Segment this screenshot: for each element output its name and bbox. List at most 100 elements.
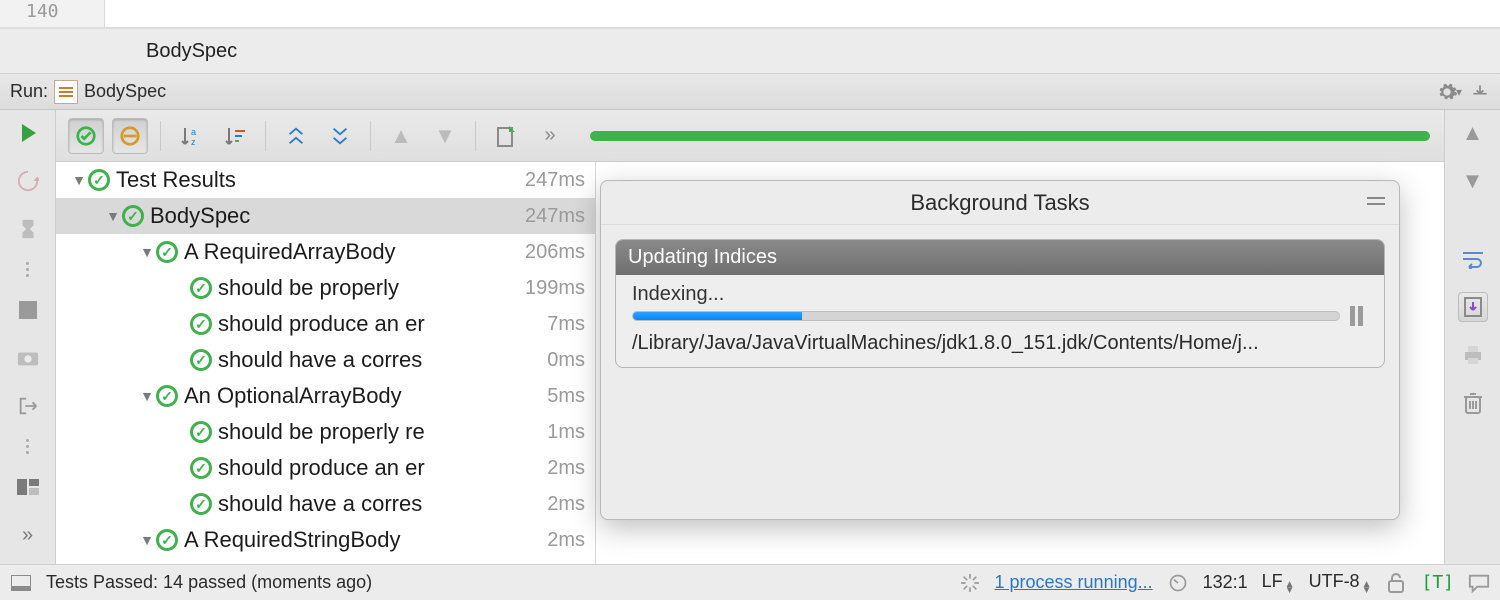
- test-label: A RequiredArrayBody: [184, 239, 517, 265]
- test-duration: 206ms: [517, 241, 585, 264]
- task-path: /Library/Java/JavaVirtualMachines/jdk1.8…: [632, 332, 1368, 355]
- test-tree-row[interactable]: ✓should be properly199ms: [56, 270, 595, 306]
- layout-button[interactable]: [13, 472, 43, 502]
- test-label: should produce an er: [218, 455, 539, 481]
- test-duration: 2ms: [539, 529, 585, 552]
- tests-status-text: Tests Passed: 14 passed (moments ago): [46, 572, 372, 593]
- background-tasks-title: Background Tasks: [601, 181, 1399, 225]
- test-passed-icon: ✓: [190, 457, 212, 479]
- run-config-icon: [54, 80, 78, 104]
- test-duration: 7ms: [539, 313, 585, 336]
- gear-icon[interactable]: [1436, 81, 1458, 103]
- test-duration: 0ms: [539, 349, 585, 372]
- test-toolbar: az ▲ ▼ »: [56, 110, 1444, 162]
- test-passed-icon: ✓: [190, 493, 212, 515]
- collapse-all-button[interactable]: [322, 118, 358, 154]
- sidebar-divider: [26, 439, 29, 454]
- print-button[interactable]: [1458, 340, 1488, 370]
- test-label: A RequiredStringBody: [184, 527, 539, 553]
- test-passed-icon: ✓: [190, 277, 212, 299]
- test-label: Test Results: [116, 167, 517, 193]
- background-tasks-popup[interactable]: Background Tasks Updating Indices Indexi…: [600, 180, 1400, 520]
- chevron-down-icon[interactable]: ▼: [138, 244, 156, 260]
- gauge-icon[interactable]: [1167, 572, 1189, 594]
- run-sidebar-right: ▲ ▼: [1444, 110, 1500, 564]
- scroll-down-icon[interactable]: ▼: [1458, 166, 1488, 196]
- toolwindows-button[interactable]: [10, 572, 32, 594]
- editor-area: [105, 0, 1500, 28]
- test-duration: 2ms: [539, 457, 585, 480]
- exit-button[interactable]: [13, 391, 43, 421]
- test-tree-row[interactable]: ▼✓BodySpec247ms: [56, 198, 595, 234]
- status-bar: Tests Passed: 14 passed (moments ago) 1 …: [0, 564, 1500, 600]
- test-progress-bar: [590, 131, 1430, 141]
- feedback-icon[interactable]: [1468, 572, 1490, 594]
- test-passed-icon: ✓: [88, 169, 110, 191]
- test-duration: 5ms: [539, 385, 585, 408]
- soft-wrap-button[interactable]: [1458, 244, 1488, 274]
- task-status: Indexing...: [632, 283, 1368, 306]
- export-results-button[interactable]: [488, 118, 524, 154]
- scroll-up-icon[interactable]: ▲: [1458, 118, 1488, 148]
- spinner-icon: [959, 572, 981, 594]
- background-tasks-title-label: Background Tasks: [910, 190, 1089, 216]
- stop-button[interactable]: [13, 295, 43, 325]
- breadcrumb: BodySpec: [0, 28, 1500, 74]
- lock-icon[interactable]: [1385, 572, 1407, 594]
- chevron-down-icon[interactable]: ▼: [138, 388, 156, 404]
- test-duration: 247ms: [517, 169, 585, 192]
- line-separator[interactable]: LF▲▼: [1262, 571, 1295, 594]
- sort-duration-button[interactable]: [217, 118, 253, 154]
- gear-dropdown-icon[interactable]: ▾: [1456, 85, 1462, 99]
- scroll-to-end-button[interactable]: [1458, 292, 1488, 322]
- svg-text:z: z: [191, 137, 196, 147]
- hide-toolwindow-icon[interactable]: [1470, 82, 1490, 102]
- background-task: Updating Indices Indexing... /Library/Ja…: [615, 239, 1385, 368]
- test-label: should be properly re: [218, 419, 539, 445]
- next-failed-button[interactable]: ▼: [427, 118, 463, 154]
- test-tree-row[interactable]: ✓ should produce an er2ms: [56, 450, 595, 486]
- test-duration: 1ms: [539, 421, 585, 444]
- editor-gutter: 140: [0, 0, 105, 28]
- prev-failed-button[interactable]: ▲: [383, 118, 419, 154]
- svg-text:a: a: [191, 127, 196, 137]
- run-config-name[interactable]: BodySpec: [84, 81, 166, 102]
- test-tree-row[interactable]: ▼✓A RequiredStringBody2ms: [56, 522, 595, 558]
- test-label: An OptionalArrayBody: [184, 383, 539, 409]
- rerun-button[interactable]: [13, 118, 43, 148]
- test-tree-row[interactable]: ▼✓ A RequiredArrayBody206ms: [56, 234, 595, 270]
- toggle-autotest-button[interactable]: [13, 166, 43, 196]
- inspections-badge[interactable]: [T]: [1421, 572, 1454, 593]
- expand-all-button[interactable]: [278, 118, 314, 154]
- show-ignored-toggle[interactable]: [112, 118, 148, 154]
- pause-button[interactable]: [1350, 306, 1368, 326]
- encoding[interactable]: UTF-8▲▼: [1309, 571, 1372, 594]
- test-passed-icon: ✓: [190, 421, 212, 443]
- test-label: BodySpec: [150, 203, 517, 229]
- chevron-down-icon[interactable]: ▼: [70, 172, 88, 188]
- caret-position[interactable]: 132:1: [1203, 572, 1248, 593]
- run-label: Run:: [10, 81, 48, 102]
- sort-alpha-button[interactable]: az: [173, 118, 209, 154]
- test-passed-icon: ✓: [122, 205, 144, 227]
- test-tree-row[interactable]: ✓should produce an er7ms: [56, 306, 595, 342]
- test-passed-icon: ✓: [156, 241, 178, 263]
- processes-link[interactable]: 1 process running...: [995, 572, 1153, 593]
- test-tree-row[interactable]: ✓should have a corres0ms: [56, 342, 595, 378]
- test-tree-row[interactable]: ✓should have a corres2ms: [56, 486, 595, 522]
- trash-button[interactable]: [1458, 388, 1488, 418]
- camera-icon[interactable]: [13, 343, 43, 373]
- chevron-down-icon[interactable]: ▼: [104, 208, 122, 224]
- test-tree-row[interactable]: ▼✓ Test Results247ms: [56, 162, 595, 198]
- show-passed-toggle[interactable]: [68, 118, 104, 154]
- test-tree-row[interactable]: ✓ should be properly re1ms: [56, 414, 595, 450]
- chevron-down-icon[interactable]: ▼: [138, 532, 156, 548]
- test-passed-icon: ✓: [190, 313, 212, 335]
- minimize-icon[interactable]: [1367, 197, 1385, 205]
- more-button[interactable]: »: [13, 520, 43, 550]
- dump-threads-button[interactable]: [13, 214, 43, 244]
- test-tree-row[interactable]: ▼✓An OptionalArrayBody5ms: [56, 378, 595, 414]
- breadcrumb-item[interactable]: BodySpec: [146, 40, 237, 63]
- more-toolbar-button[interactable]: »: [532, 118, 568, 154]
- test-tree[interactable]: ▼✓Test Results247ms▼✓BodySpec247ms▼✓A Re…: [56, 162, 596, 564]
